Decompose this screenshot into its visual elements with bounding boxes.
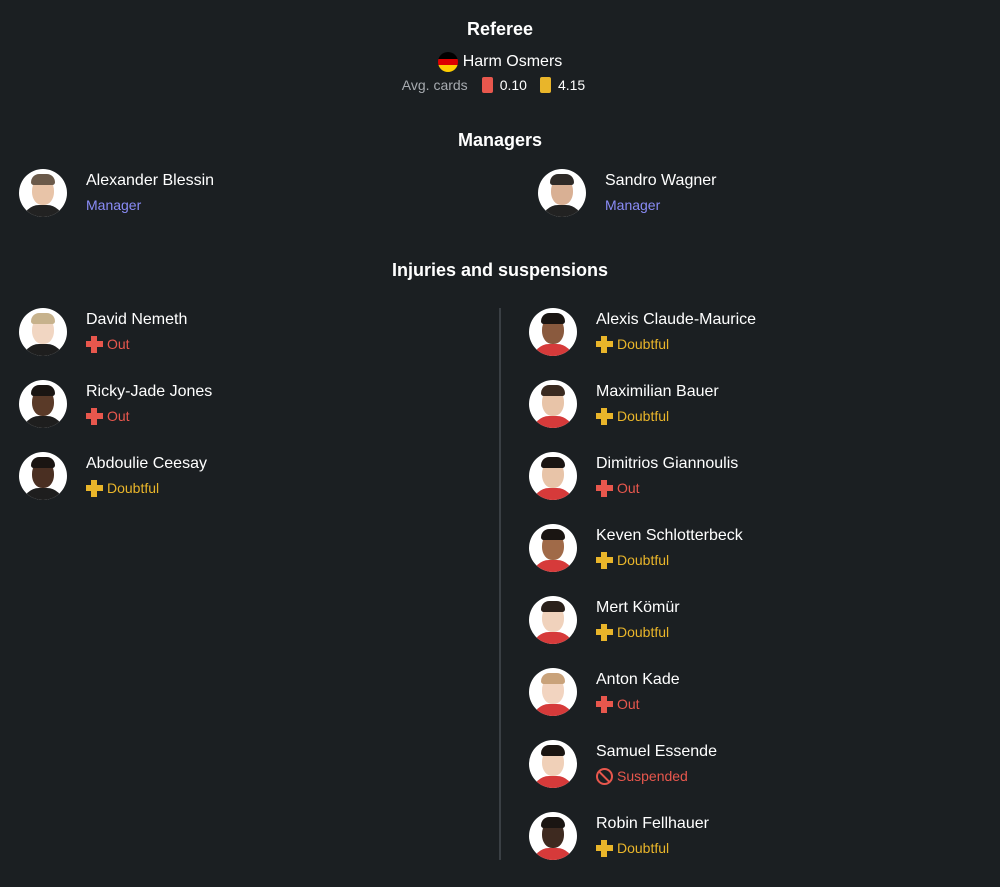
red-card-avg: 0.10 (499, 77, 527, 93)
manager-away[interactable]: Sandro Wagner Manager (538, 169, 716, 217)
status-label: Out (617, 696, 640, 712)
player-name: Samuel Essende (596, 743, 717, 760)
injury-status: Doubtful (596, 550, 743, 570)
avatar (19, 169, 67, 217)
injury-cross-icon (86, 479, 103, 497)
avg-cards-label: Avg. cards (401, 77, 468, 93)
player-name: Maximilian Bauer (596, 383, 719, 400)
injury-status: Doubtful (596, 838, 709, 858)
avatar (19, 308, 67, 356)
injury-cross-icon (86, 407, 103, 425)
player-name: Mert Kömür (596, 599, 680, 616)
injury-item[interactable]: Samuel Essende Suspended (529, 740, 717, 788)
yellow-card-icon (539, 77, 551, 93)
referee-title: Referee (466, 19, 534, 39)
player-name: David Nemeth (86, 311, 188, 328)
status-label: Doubtful (617, 408, 670, 424)
status-label: Doubtful (617, 624, 670, 640)
avatar (529, 668, 577, 716)
avatar (529, 740, 577, 788)
status-label: Out (107, 336, 130, 352)
player-name: Ricky-Jade Jones (86, 383, 213, 400)
avatar (19, 452, 67, 500)
injury-item[interactable]: Maximilian Bauer Doubtful (529, 380, 719, 428)
injury-status: Out (596, 478, 738, 498)
injury-item[interactable]: Mert Kömür Doubtful (529, 596, 680, 644)
manager-role: Manager (86, 197, 142, 213)
manager-role: Manager (605, 197, 661, 213)
injury-item[interactable]: David Nemeth Out (19, 308, 187, 356)
injury-status: Doubtful (86, 478, 207, 498)
avatar (19, 380, 67, 428)
injury-cross-icon (596, 551, 613, 569)
avatar (529, 452, 577, 500)
referee-info: Harm Osmers (0, 52, 1000, 72)
manager-name: Alexander Blessin (86, 172, 215, 189)
manager-name: Sandro Wagner (605, 172, 717, 189)
avatar (529, 380, 577, 428)
injury-status: Doubtful (596, 406, 719, 426)
injury-cross-icon (86, 335, 103, 353)
germany-flag-icon (437, 52, 458, 72)
referee-name[interactable]: Harm Osmers (463, 53, 563, 71)
injury-status: Out (86, 334, 187, 354)
injury-cross-icon (596, 839, 613, 857)
status-label: Out (107, 408, 130, 424)
yellow-card-avg: 4.15 (557, 77, 586, 93)
injury-item[interactable]: Dimitrios Giannoulis Out (529, 452, 738, 500)
suspended-icon (596, 767, 613, 785)
injury-item[interactable]: Anton Kade Out (529, 668, 680, 716)
injuries-title: Injuries and suspensions (391, 260, 609, 280)
red-card-icon (481, 77, 493, 93)
player-name: Alexis Claude-Maurice (596, 311, 757, 328)
avatar (529, 524, 577, 572)
injury-item[interactable]: Abdoulie Ceesay Doubtful (19, 452, 207, 500)
managers-title: Managers (457, 130, 543, 150)
player-name: Abdoulie Ceesay (86, 455, 207, 472)
injury-item[interactable]: Robin Fellhauer Doubtful (529, 812, 709, 860)
avatar (538, 169, 586, 217)
status-label: Doubtful (107, 480, 160, 496)
injury-item[interactable]: Keven Schlotterbeck Doubtful (529, 524, 743, 572)
status-label: Doubtful (617, 840, 670, 856)
avatar (529, 596, 577, 644)
player-name: Keven Schlotterbeck (596, 527, 743, 544)
injury-status: Doubtful (596, 334, 756, 354)
column-divider (499, 308, 501, 860)
injury-cross-icon (596, 407, 613, 425)
player-name: Dimitrios Giannoulis (596, 455, 739, 472)
injury-cross-icon (596, 623, 613, 641)
avatar (529, 812, 577, 860)
avatar (529, 308, 577, 356)
injury-status: Out (86, 406, 212, 426)
injury-cross-icon (596, 335, 613, 353)
player-name: Robin Fellhauer (596, 815, 709, 832)
referee-avg-cards: Avg. cards 0.10 4.15 (0, 77, 1000, 93)
injury-item[interactable]: Ricky-Jade Jones Out (19, 380, 212, 428)
injury-item[interactable]: Alexis Claude-Maurice Doubtful (529, 308, 756, 356)
manager-home[interactable]: Alexander Blessin Manager (19, 169, 214, 217)
status-label: Doubtful (617, 552, 670, 568)
status-label: Doubtful (617, 336, 670, 352)
status-label: Suspended (617, 768, 688, 784)
injury-status: Doubtful (596, 622, 680, 642)
injury-cross-icon (596, 479, 613, 497)
player-name: Anton Kade (596, 671, 680, 688)
injury-status: Out (596, 694, 680, 714)
injury-cross-icon (596, 695, 613, 713)
status-label: Out (617, 480, 640, 496)
injury-status: Suspended (596, 766, 717, 786)
